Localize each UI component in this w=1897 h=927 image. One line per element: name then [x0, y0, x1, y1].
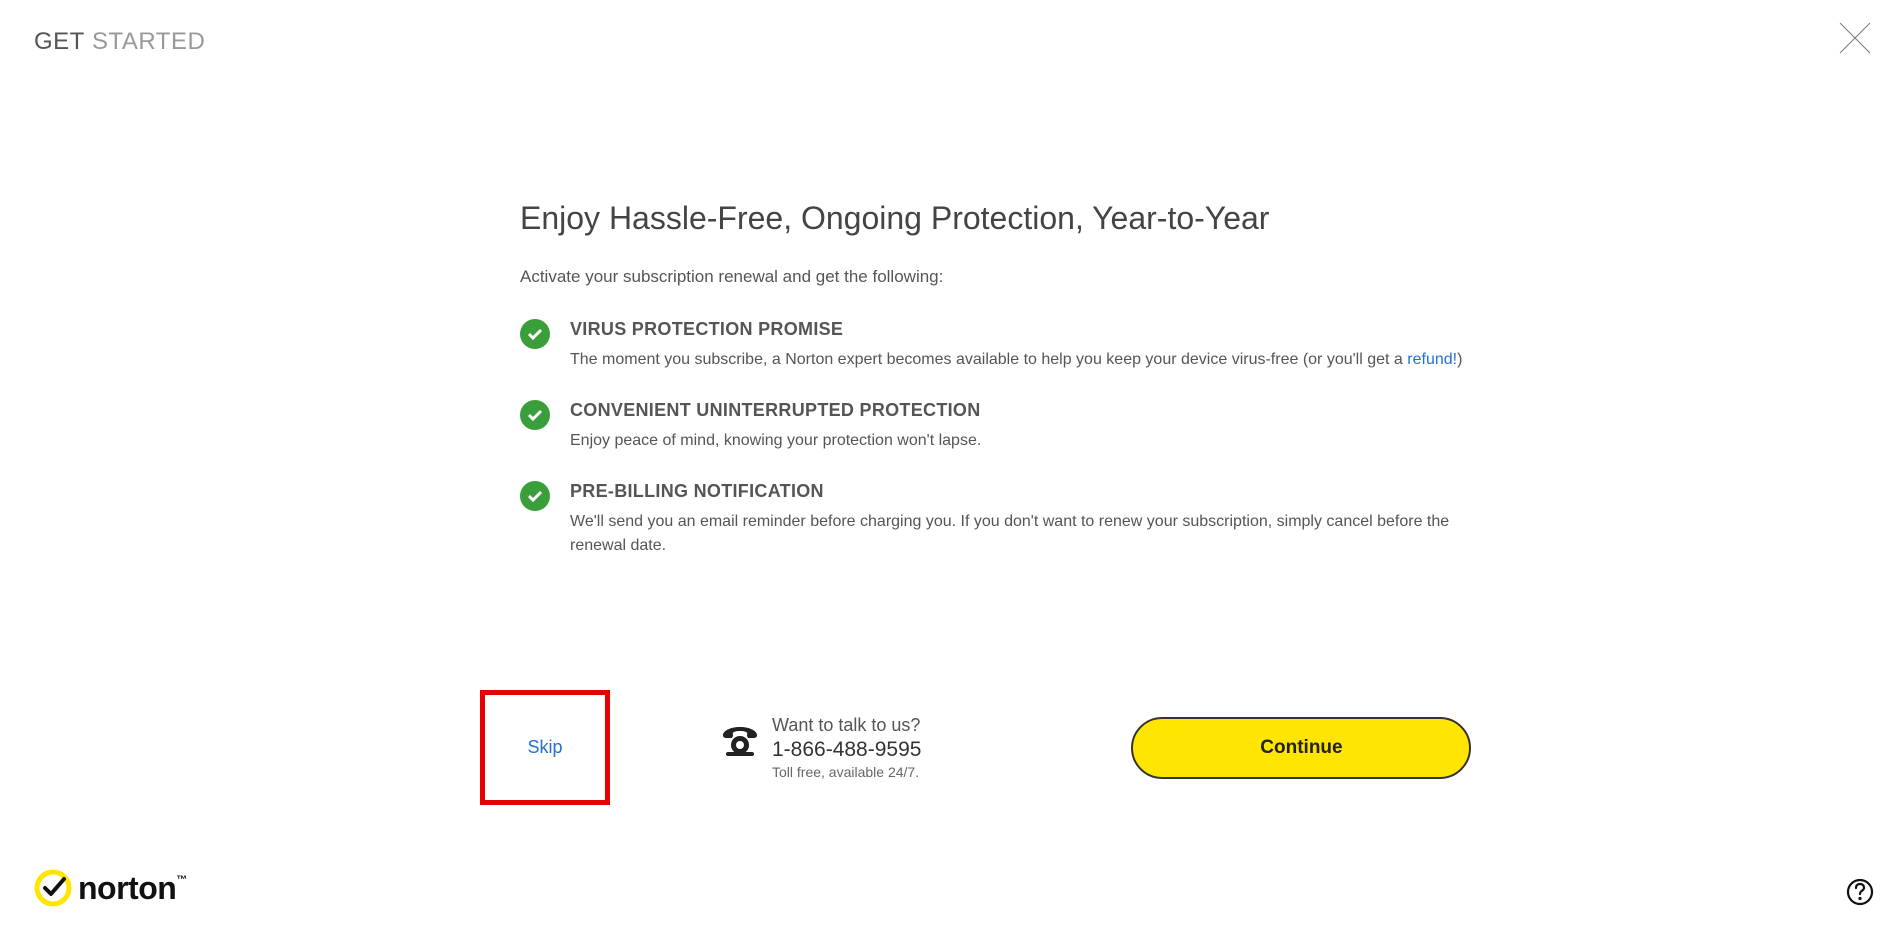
- page-title-area: GET STARTED: [34, 28, 205, 56]
- phone-note: Toll free, available 24/7.: [772, 764, 921, 780]
- continue-button[interactable]: Continue: [1131, 717, 1471, 779]
- feature-title: VIRUS PROTECTION PROMISE: [570, 319, 1480, 340]
- close-icon: [1837, 20, 1873, 56]
- close-button[interactable]: [1835, 18, 1875, 58]
- norton-logo: norton™: [34, 869, 187, 907]
- feature-desc: We'll send you an email reminder before …: [570, 510, 1480, 558]
- phone-prompt: Want to talk to us?: [772, 715, 921, 736]
- help-icon: [1846, 878, 1874, 906]
- feature-item: CONVENIENT UNINTERRUPTED PROTECTION Enjo…: [520, 400, 1480, 453]
- feature-item: PRE-BILLING NOTIFICATION We'll send you …: [520, 481, 1480, 558]
- logo-checkmark-icon: [34, 869, 72, 907]
- page-title-light: STARTED: [85, 28, 205, 55]
- headline: Enjoy Hassle-Free, Ongoing Protection, Y…: [520, 200, 1480, 237]
- feature-desc-text: The moment you subscribe, a Norton exper…: [570, 351, 1407, 368]
- continue-label: Continue: [1260, 737, 1342, 759]
- feature-desc-post: ): [1457, 351, 1462, 368]
- phone-text: Want to talk to us? 1-866-488-9595 Toll …: [772, 715, 921, 780]
- main-content: Enjoy Hassle-Free, Ongoing Protection, Y…: [520, 200, 1480, 586]
- check-icon: [520, 319, 550, 349]
- brand-name: norton: [78, 870, 176, 906]
- feature-item: VIRUS PROTECTION PROMISE The moment you …: [520, 319, 1480, 372]
- skip-highlight-box: Skip: [480, 690, 610, 805]
- feature-body: VIRUS PROTECTION PROMISE The moment you …: [570, 319, 1480, 372]
- feature-body: CONVENIENT UNINTERRUPTED PROTECTION Enjo…: [570, 400, 1480, 453]
- check-icon: [520, 400, 550, 430]
- page-title: GET STARTED: [34, 28, 205, 56]
- phone-icon: [720, 721, 760, 761]
- feature-body: PRE-BILLING NOTIFICATION We'll send you …: [570, 481, 1480, 558]
- feature-desc: Enjoy peace of mind, knowing your protec…: [570, 429, 1480, 453]
- feature-title: CONVENIENT UNINTERRUPTED PROTECTION: [570, 400, 1480, 421]
- phone-block: Want to talk to us? 1-866-488-9595 Toll …: [720, 715, 921, 780]
- check-icon: [520, 481, 550, 511]
- phone-number: 1-866-488-9595: [772, 738, 921, 762]
- page-title-bold: GET: [34, 28, 85, 55]
- action-row: Skip Want to talk to us? 1-866-488-9595 …: [480, 690, 1530, 805]
- logo-text: norton™: [78, 870, 187, 907]
- refund-link[interactable]: refund!: [1407, 351, 1457, 368]
- help-button[interactable]: [1845, 877, 1875, 907]
- skip-link[interactable]: Skip: [527, 737, 562, 758]
- trademark: ™: [176, 874, 187, 886]
- feature-desc: The moment you subscribe, a Norton exper…: [570, 348, 1480, 372]
- feature-title: PRE-BILLING NOTIFICATION: [570, 481, 1480, 502]
- subheadline: Activate your subscription renewal and g…: [520, 267, 1480, 287]
